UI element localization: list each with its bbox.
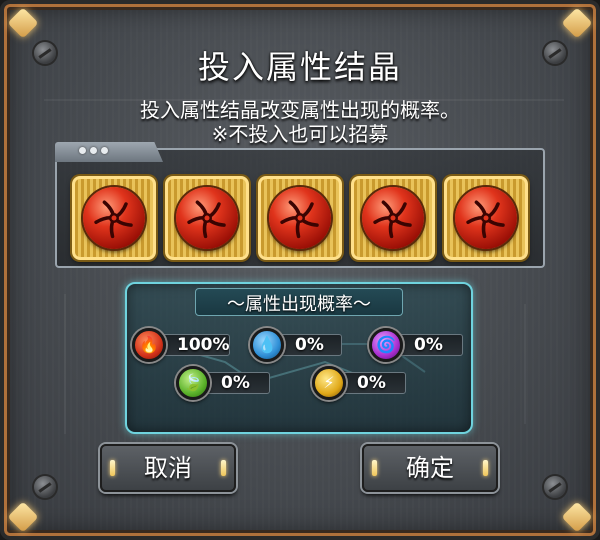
button-light-icon <box>221 460 226 476</box>
tray-tab <box>55 142 163 162</box>
button-light-icon <box>372 460 377 476</box>
corner-light-icon <box>7 7 39 39</box>
screw-icon <box>544 476 566 498</box>
corner-light-icon <box>7 501 39 533</box>
circuit-line <box>64 294 66 434</box>
fire-crystal-icon <box>176 187 238 249</box>
corner-light-icon <box>561 7 593 39</box>
screw-icon <box>34 476 56 498</box>
fire-attribute-icon: 🔥 <box>132 328 166 362</box>
button-light-icon <box>110 460 115 476</box>
probability-circuit-lines <box>154 341 426 384</box>
fire-crystal-icon <box>269 187 331 249</box>
fire-crystal-icon <box>83 187 145 249</box>
dialog-title: 投入属性结晶 <box>197 48 402 86</box>
cancel-button-label: 取消 <box>144 454 192 482</box>
crystal-slot[interactable] <box>165 176 249 260</box>
corner-light-icon <box>561 501 593 533</box>
wood-attribute-icon: 🍃 <box>176 366 210 400</box>
fire-crystal-icon <box>455 187 517 249</box>
button-light-icon <box>483 460 488 476</box>
confirm-button[interactable]: 确定 <box>362 444 498 492</box>
dark-attribute-icon: 🌀 <box>369 328 403 362</box>
cancel-button[interactable]: 取消 <box>100 444 236 492</box>
confirm-button-label: 确定 <box>406 454 454 482</box>
fire-crystal-icon <box>362 187 424 249</box>
tray-dots <box>79 147 108 154</box>
crystal-slot[interactable] <box>258 176 342 260</box>
circuit-line <box>524 304 526 424</box>
water-attribute-icon: 💧 <box>250 328 284 362</box>
thunder-attribute-icon: ⚡ <box>312 366 346 400</box>
crystal-slot[interactable] <box>351 176 435 260</box>
crystal-slot[interactable] <box>72 176 156 260</box>
crystal-slot[interactable] <box>444 176 528 260</box>
